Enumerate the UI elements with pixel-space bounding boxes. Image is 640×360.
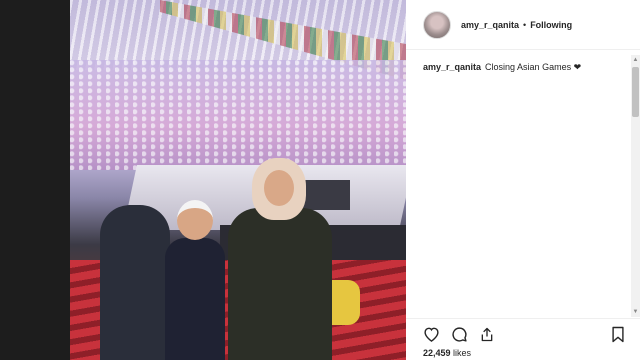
post-header: amy_r_qanita • Following <box>406 0 640 50</box>
header-username[interactable]: amy_r_qanita <box>461 20 519 30</box>
spectator-left <box>100 205 170 360</box>
scroll-down-arrow-icon[interactable]: ▼ <box>631 307 640 317</box>
caption-username[interactable]: amy_r_qanita <box>423 62 481 72</box>
girl-head <box>177 200 213 240</box>
post-caption: amy_r_qanita Closing Asian Games ❤ <box>423 62 623 73</box>
caption-text: Closing Asian Games ❤ <box>485 62 582 72</box>
heart-icon[interactable] <box>422 325 440 343</box>
likes-label: likes <box>453 348 472 358</box>
action-bar <box>406 318 640 348</box>
likes-number: 22,459 <box>423 348 451 358</box>
share-icon[interactable] <box>478 325 496 343</box>
woman-face <box>264 170 294 206</box>
comment-icon[interactable] <box>450 325 468 343</box>
woman-in-hijab <box>220 158 340 360</box>
girl-body <box>165 238 225 360</box>
bookmark-icon[interactable] <box>609 325 627 343</box>
following-button[interactable]: Following <box>530 20 572 30</box>
likes-count[interactable]: 22,459 likes <box>423 348 471 358</box>
comments-scrollbar[interactable]: ▲ ▼ <box>631 55 640 317</box>
avatar[interactable] <box>423 10 451 39</box>
scroll-up-arrow-icon[interactable]: ▲ <box>631 55 640 65</box>
woman-body <box>228 208 332 360</box>
header-separator: • <box>523 19 527 30</box>
scrollbar-thumb[interactable] <box>632 67 639 117</box>
post-photo[interactable] <box>70 0 406 360</box>
girl-with-face-paint <box>165 200 225 360</box>
post-side-panel: amy_r_qanita • Following amy_r_qanita Clo… <box>406 0 640 360</box>
stadium-crowd <box>70 60 406 170</box>
